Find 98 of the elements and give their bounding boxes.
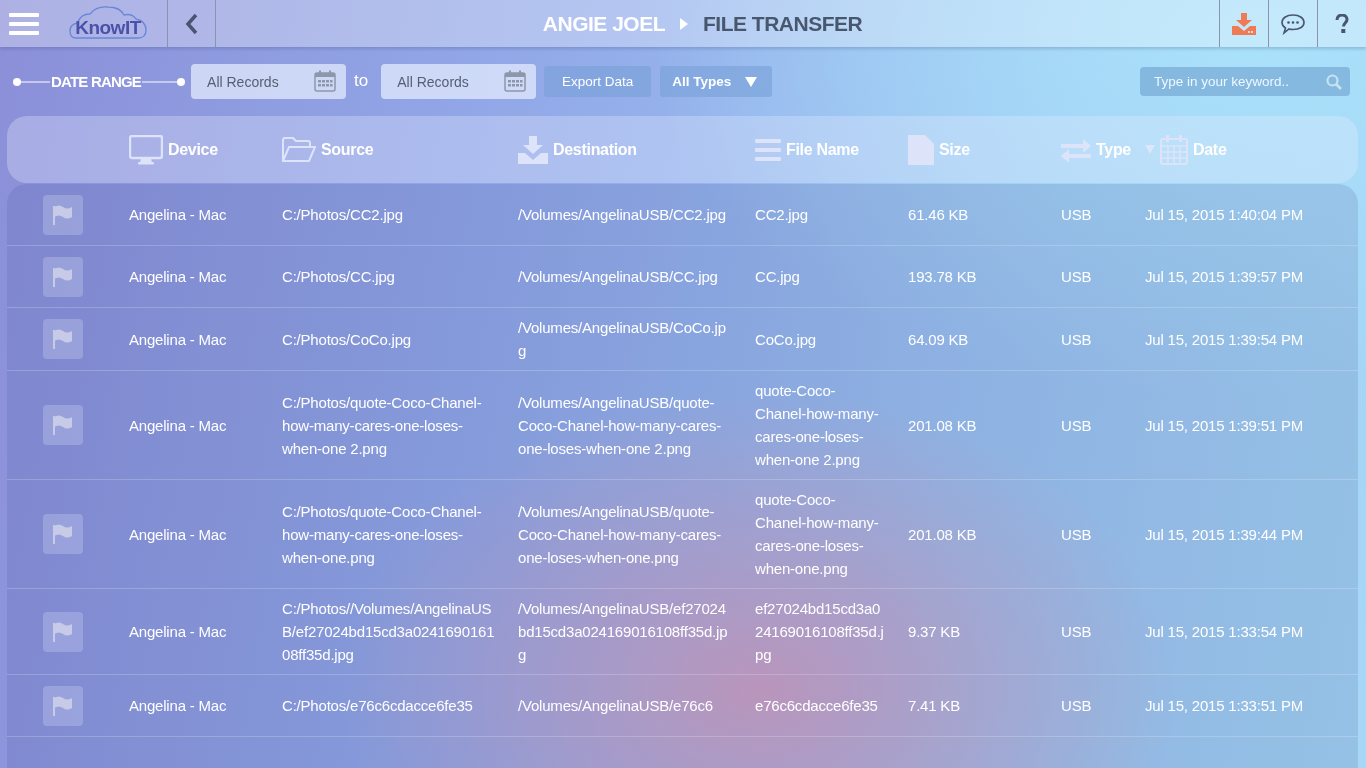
menu-icon (9, 12, 39, 35)
table-cell: e76c6cdacce6fe35 (755, 697, 878, 714)
table-cell: quote-Coco-Chanel-how-many-cares-one-loses-when-one 2.png (755, 382, 879, 468)
table-cell: Angelina - Mac (129, 206, 227, 223)
table-cell: Jul 15, 2015 1:33:51 PM (1145, 697, 1303, 714)
table-cell: 201.08 KB (908, 525, 977, 543)
flag-button[interactable] (43, 319, 83, 359)
flag-icon (52, 621, 74, 642)
date-field[interactable]: All Records (381, 64, 537, 99)
table-cell: Angelina - Mac (129, 330, 227, 348)
table-cell: quote-Coco-Chanel-how-many-cares-one-loses-when-one.png (755, 491, 879, 577)
question-mark-icon (1335, 13, 1349, 34)
table-cell: /Volumes/AngelinaUSB/ef27024bd15cd3a024169016108ff35d.jpg (518, 600, 728, 663)
column-header[interactable]: File Name (786, 140, 859, 159)
table-cell: USB (1061, 697, 1092, 714)
column-header[interactable]: Type (1096, 140, 1131, 159)
column-header[interactable]: Destination (553, 140, 637, 159)
flag-icon (52, 329, 74, 349)
table-cell: C:/Photos/quote-Coco-Chanel-how-many-cares-one-loses-when-one 2.png (282, 393, 482, 457)
page-title: FILE TRANSFER (703, 11, 863, 36)
flag-button[interactable] (43, 405, 83, 445)
flag-button[interactable] (43, 256, 83, 297)
table-cell: /Volumes/AngelinaUSB/CoCo.jpg (518, 319, 726, 359)
table-cell: C:/Photos/quote-Coco-Chanel-how-many-cares-one-loses-when-one.png (282, 502, 482, 566)
range-line-icon (142, 76, 187, 87)
back-icon (184, 12, 199, 35)
date-field[interactable]: All Records (191, 64, 347, 99)
column-header[interactable]: Date (1193, 140, 1227, 159)
table-cell: /Volumes/AngelinaUSB/e76c6 (518, 697, 713, 714)
table-cell: C:/Photos/CC2.jpg (282, 206, 403, 223)
range-line-icon (12, 76, 50, 87)
table-cell: 61.46 KB (908, 206, 969, 223)
chevron-icon (679, 16, 689, 31)
search-icon (1326, 74, 1342, 90)
table-cell: Angelina - Mac (129, 623, 227, 640)
caret-icon (745, 76, 758, 87)
table-cell: 64.09 KB (908, 330, 969, 348)
table-cell: Angelina - Mac (129, 525, 227, 543)
list-icon (755, 138, 781, 161)
table-cell: Jul 15, 2015 1:39:44 PM (1145, 525, 1303, 543)
table-cell: Jul 15, 2015 1:40:04 PM (1145, 206, 1303, 223)
table-cell: 7.41 KB (908, 697, 960, 714)
table-cell: C:/Photos/CC.jpg (282, 268, 395, 285)
flag-button[interactable] (43, 194, 83, 235)
export-button[interactable]: Export Data (544, 66, 652, 97)
folder-icon (282, 136, 316, 163)
table-cell: Jul 15, 2015 1:39:51 PM (1145, 416, 1303, 434)
table-cell: 201.08 KB (908, 416, 977, 434)
table-cell: C:/Photos//Volumes/AngelinaUSB/ef27024bd15cd3a024169016108ff35d.jpg (282, 600, 495, 663)
table-cell: C:/Photos/CoCo.jpg (282, 330, 411, 348)
table-cell: /Volumes/AngelinaUSB/quote-Coco-Chanel-how-many-cares-one-loses-when-one.png (518, 502, 721, 566)
table-cell: /Volumes/AngelinaUSB/CC.jpg (518, 268, 718, 285)
calendar-icon (314, 70, 337, 92)
column-header[interactable]: Source (321, 140, 374, 159)
calendar-icon (1160, 134, 1188, 165)
flag-icon (52, 266, 74, 287)
table-cell: USB (1061, 416, 1092, 434)
table-cell: 9.37 KB (908, 623, 960, 640)
flag-icon (52, 415, 74, 435)
table-cell: USB (1061, 268, 1092, 285)
swap-arrows-icon (1061, 137, 1091, 162)
column-header[interactable]: Device (168, 140, 218, 159)
calendar-icon (504, 70, 527, 92)
download-icon (518, 135, 548, 164)
file-icon (908, 134, 934, 165)
date-range-label: DATE RANGE (51, 73, 142, 90)
table-cell: Jul 15, 2015 1:39:54 PM (1145, 330, 1303, 348)
table-cell: Angelina - Mac (129, 697, 227, 714)
to-label: to (354, 70, 369, 91)
back-button[interactable] (167, 0, 216, 47)
flag-button[interactable] (43, 514, 83, 554)
table-cell: 193.78 KB (908, 268, 977, 285)
column-header[interactable]: Size (939, 140, 970, 159)
table-cell: Jul 15, 2015 1:39:57 PM (1145, 268, 1303, 285)
table-cell: ef27024bd15cd3a024169016108ff35d.jpg (755, 600, 884, 663)
table-cell: Angelina - Mac (129, 268, 227, 285)
table-cell: Jul 15, 2015 1:33:54 PM (1145, 623, 1303, 640)
table-cell: USB (1061, 330, 1092, 348)
table-cell: C:/Photos/e76c6cdacce6fe35 (282, 697, 473, 714)
monitor-icon (129, 134, 163, 165)
table-cell: USB (1061, 623, 1092, 640)
table-cell: CC2.jpg (755, 206, 808, 223)
chat-bubble-icon (1280, 12, 1306, 35)
table-cell: /Volumes/AngelinaUSB/quote-Coco-Chanel-how-many-cares-one-loses-when-one 2.png (518, 393, 721, 457)
flag-button[interactable] (43, 685, 83, 726)
flag-icon (52, 524, 74, 544)
table-cell: USB (1061, 525, 1092, 543)
table-cell: USB (1061, 206, 1092, 223)
download-icon (1232, 12, 1256, 35)
flag-icon (52, 695, 74, 716)
table-cell: /Volumes/AngelinaUSB/CC2.jpg (518, 206, 726, 223)
flag-button[interactable] (43, 611, 83, 652)
breadcrumb-link[interactable]: ANGIE JOEL (542, 11, 665, 36)
type-dropdown[interactable]: All Types (660, 66, 773, 97)
table-cell: CC.jpg (755, 268, 800, 285)
flag-icon (52, 204, 74, 225)
table-cell: CoCo.jpg (755, 330, 816, 348)
table-cell: Angelina - Mac (129, 416, 227, 434)
